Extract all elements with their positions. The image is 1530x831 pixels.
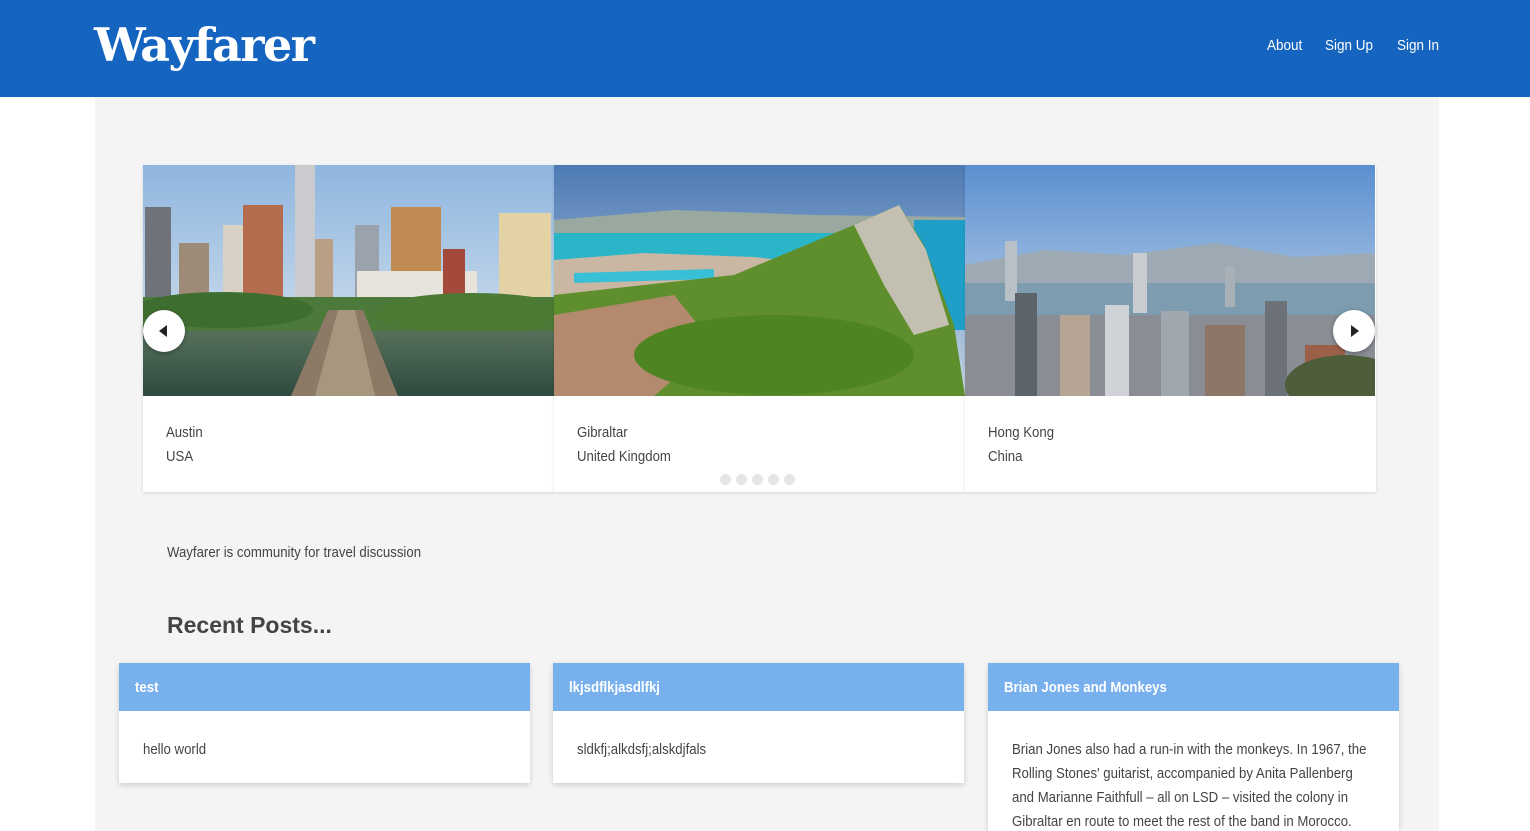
recent-posts-heading: Recent Posts... xyxy=(167,612,332,638)
post-card-title[interactable]: Brian Jones and Monkeys xyxy=(988,663,1399,711)
site-tagline: Wayfarer is community for travel discuss… xyxy=(167,544,422,561)
post-card[interactable]: Brian Jones and Monkeys Brian Jones also… xyxy=(988,663,1399,831)
chevron-right-icon xyxy=(1351,325,1359,337)
slide-city-label: Gibraltar xyxy=(577,424,628,441)
slide-city-label: Austin xyxy=(166,424,203,441)
slide-country-label: USA xyxy=(166,448,194,465)
nav-about-link[interactable]: About xyxy=(1267,37,1302,54)
chevron-left-icon xyxy=(159,325,167,337)
carousel-slide-hongkong[interactable]: Hong Kong China xyxy=(965,165,1376,492)
carousel-slide-austin[interactable]: Austin USA xyxy=(143,165,554,492)
carousel-dot[interactable] xyxy=(720,474,731,485)
post-card[interactable]: test hello world xyxy=(119,663,530,783)
gibraltar-image xyxy=(554,165,965,396)
site-logo[interactable]: Wayfarer xyxy=(94,18,315,72)
city-carousel: Austin USA Gibraltar United Kingdom Hong… xyxy=(143,165,1376,492)
post-card[interactable]: lkjsdflkjasdlfkj sldkfj;alkdsfj;alskdjfa… xyxy=(553,663,964,783)
slide-country-label: United Kingdom xyxy=(577,448,671,465)
carousel-slide-gibraltar[interactable]: Gibraltar United Kingdom xyxy=(554,165,965,492)
slide-city-label: Hong Kong xyxy=(988,424,1055,441)
austin-image xyxy=(143,165,554,396)
hongkong-image xyxy=(965,165,1376,396)
nav-signin-link[interactable]: Sign In xyxy=(1397,37,1439,54)
nav-signup-link[interactable]: Sign Up xyxy=(1325,37,1373,54)
post-card-body: Brian Jones also had a run-in with the m… xyxy=(1012,741,1367,830)
post-card-title[interactable]: lkjsdflkjasdlfkj xyxy=(553,663,964,711)
carousel-next-button[interactable] xyxy=(1333,310,1375,352)
carousel-dot[interactable] xyxy=(768,474,779,485)
navbar: Wayfarer About Sign Up Sign In xyxy=(0,0,1530,97)
post-card-body: sldkfj;alkdsfj;alskdjfals xyxy=(577,741,707,758)
carousel-dot[interactable] xyxy=(752,474,763,485)
carousel-dot[interactable] xyxy=(736,474,747,485)
slide-country-label: China xyxy=(988,448,1023,465)
post-card-body: hello world xyxy=(143,741,207,758)
carousel-prev-button[interactable] xyxy=(143,310,185,352)
carousel-dot[interactable] xyxy=(784,474,795,485)
post-card-title[interactable]: test xyxy=(119,663,530,711)
